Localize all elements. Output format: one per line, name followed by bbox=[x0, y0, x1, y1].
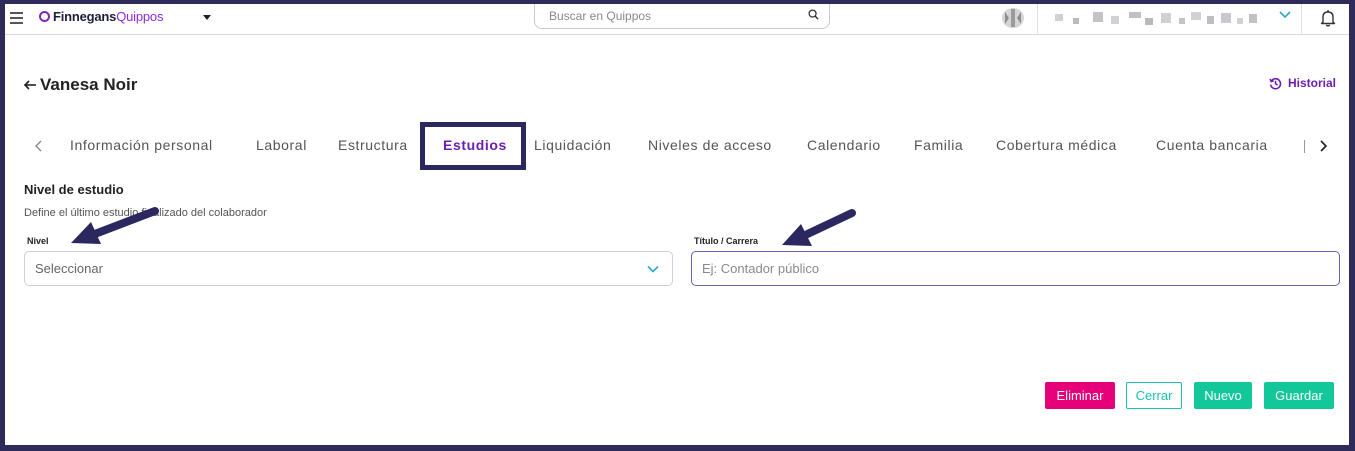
tab-overflow-edge bbox=[1304, 140, 1310, 153]
tab-informacion-personal[interactable]: Información personal bbox=[70, 137, 213, 153]
titulo-carrera-input[interactable] bbox=[691, 251, 1340, 286]
tab-liquidacion[interactable]: Liquidación bbox=[534, 137, 611, 153]
history-icon bbox=[1269, 77, 1282, 89]
tab-laboral[interactable]: Laboral bbox=[256, 137, 307, 153]
logo-text-quippos: Quippos bbox=[116, 9, 164, 24]
nivel-label: Nivel bbox=[27, 236, 49, 246]
top-bar: Finnegans Quippos bbox=[5, 4, 1349, 35]
save-button[interactable]: Guardar bbox=[1264, 382, 1334, 409]
tab-niveles-de-acceso[interactable]: Niveles de acceso bbox=[648, 137, 772, 153]
logo-icon bbox=[39, 11, 50, 22]
search-input[interactable] bbox=[549, 5, 799, 27]
tabs-scroll-right-icon[interactable] bbox=[1318, 139, 1328, 153]
company-logo-icon bbox=[1002, 8, 1024, 28]
app-logo[interactable]: Finnegans Quippos bbox=[39, 9, 163, 24]
nivel-select[interactable]: Seleccionar bbox=[24, 251, 673, 286]
annotation-arrow-icon bbox=[782, 209, 856, 246]
nivel-select-value: Seleccionar bbox=[35, 261, 103, 276]
tabs-scroll-left-icon[interactable] bbox=[34, 139, 44, 153]
delete-button[interactable]: Eliminar bbox=[1045, 382, 1115, 409]
section-title: Nivel de estudio bbox=[24, 182, 124, 197]
chevron-down-icon[interactable] bbox=[1279, 10, 1291, 20]
topbar-divider bbox=[1037, 4, 1038, 35]
tab-cobertura-medica[interactable]: Cobertura médica bbox=[996, 137, 1117, 153]
search-icon[interactable] bbox=[808, 9, 819, 20]
back-arrow-icon[interactable] bbox=[23, 78, 37, 92]
app-switcher-caret-icon[interactable] bbox=[203, 15, 211, 20]
tab-cuenta-bancaria[interactable]: Cuenta bancaria bbox=[1156, 137, 1268, 153]
history-label: Historial bbox=[1288, 76, 1337, 90]
tab-estructura[interactable]: Estructura bbox=[338, 137, 408, 153]
topbar-divider bbox=[1301, 4, 1302, 35]
logo-text-finnegans: Finnegans bbox=[53, 9, 117, 24]
page-title: Vanesa Noir bbox=[40, 75, 138, 94]
close-button[interactable]: Cerrar bbox=[1126, 382, 1182, 409]
new-button[interactable]: Nuevo bbox=[1194, 382, 1252, 409]
tab-familia[interactable]: Familia bbox=[914, 137, 963, 153]
menu-icon[interactable] bbox=[10, 12, 23, 24]
tab-calendario[interactable]: Calendario bbox=[807, 137, 881, 153]
user-account-redacted[interactable] bbox=[1055, 10, 1260, 26]
titulo-carrera-label: Título / Carrera bbox=[694, 236, 759, 246]
notifications-bell-icon[interactable] bbox=[1320, 9, 1336, 27]
history-link[interactable]: Historial bbox=[1269, 76, 1336, 90]
active-tab-annotation-frame bbox=[420, 122, 526, 170]
chevron-down-icon[interactable] bbox=[647, 264, 659, 274]
global-search bbox=[534, 4, 830, 29]
annotation-arrow-icon bbox=[71, 207, 159, 244]
app-window: Finnegans Quippos Buscar en Quippos Vane… bbox=[5, 4, 1349, 445]
